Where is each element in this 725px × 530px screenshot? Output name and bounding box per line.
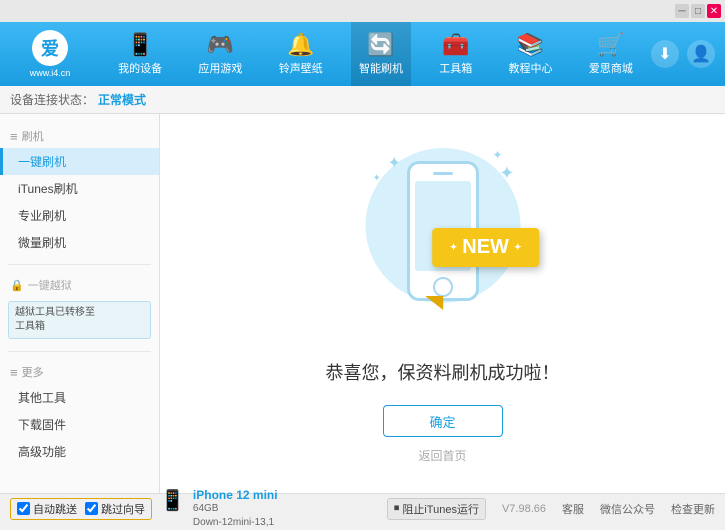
nav-my-device[interactable]: 📱 我的设备 [110,22,170,86]
logo-subtitle: www.i4.cn [30,68,71,78]
sparkle-2: ✦ [492,148,502,162]
new-badge-star-right: ✦ [514,242,522,253]
new-badge-text: NEW [462,236,509,259]
nav-app-games[interactable]: 🎮 应用游戏 [190,22,250,86]
nav-right: ⬇ 👤 [651,40,725,68]
phone-home-btn [433,277,453,297]
my-device-icon: 📱 [126,32,153,58]
nav-smart-flash[interactable]: 🔄 智能刷机 [351,22,411,86]
bottom-bar: 自动跳送 跳过向导 📱 iPhone 12 mini 64GB Down-12m… [0,493,725,523]
sidebar-section-flash: ≡ 刷机 一键刷机 iTunes刷机 专业刷机 微量刷机 [0,120,159,260]
skip-guide-input[interactable] [85,502,98,515]
sidebar-section-more: ≡ 更多 其他工具 下载固件 高级功能 [0,356,159,469]
more-section-icon: ≡ [10,365,18,380]
nav-app-games-label: 应用游戏 [198,60,242,76]
sidebar-section-jailbreak: 🔒 一键越狱 越狱工具已转移至工具箱 [0,269,159,347]
nav-items: 📱 我的设备 🎮 应用游戏 🔔 铃声壁纸 🔄 智能刷机 🧰 工具箱 📚 教程中心… [100,22,651,86]
close-button[interactable]: ✕ [707,4,721,18]
skip-guide-checkbox[interactable]: 跳过向导 [85,501,145,517]
main-content: ≡ 刷机 一键刷机 iTunes刷机 专业刷机 微量刷机 🔒 一键越狱 越狱 [0,114,725,493]
new-badge: ✦ NEW ✦ [432,228,540,267]
nav-mall-label: 爱思商城 [589,60,633,76]
ringtone-icon: 🔔 [287,32,314,58]
checkbox-group: 自动跳送 跳过向导 [10,498,152,520]
stop-itunes-button[interactable]: ⏹ 阻止iTunes运行 [387,498,486,520]
confirm-button[interactable]: 确定 [383,405,503,437]
sidebar-item-other-tools[interactable]: 其他工具 [0,384,159,411]
logo-area: 爱 www.i4.cn [0,22,100,86]
wechat-link[interactable]: 微信公众号 [600,501,655,517]
check-update-link[interactable]: 检查更新 [671,501,715,517]
logo-icon: 爱 [32,30,68,66]
minimize-button[interactable]: ─ [675,4,689,18]
nav-smart-flash-label: 智能刷机 [359,60,403,76]
device-info: 📱 iPhone 12 mini 64GB Down-12mini-13,1 [160,488,278,530]
mall-icon: 🛒 [597,32,624,58]
sidebar-section-flash-title: ≡ 刷机 [0,124,159,148]
stop-icon: ⏹ [394,502,400,515]
nav-tutorial[interactable]: 📚 教程中心 [501,22,561,86]
success-illustration: ✦ ✦ ✦ ✦ ✦ NEW ✦ [353,143,533,343]
nav-tutorial-label: 教程中心 [509,60,553,76]
sparkle-3: ✦ [373,173,381,184]
lock-icon: 🔒 [10,279,24,292]
device-details: iPhone 12 mini 64GB Down-12mini-13,1 [193,488,278,530]
sidebar-jailbreak-disabled: 🔒 一键越狱 [0,273,159,297]
sidebar-item-download-firmware[interactable]: 下载固件 [0,411,159,438]
content-area: ✦ ✦ ✦ ✦ ✦ NEW ✦ 恭喜您，保资料刷机成功啦！ 确定 [160,114,725,493]
back-home-link[interactable]: 返回首页 [418,447,466,464]
maximize-button[interactable]: □ [691,4,705,18]
header: 爱 www.i4.cn 📱 我的设备 🎮 应用游戏 🔔 铃声壁纸 🔄 智能刷机 … [0,22,725,86]
status-value: 正常模式 [98,91,146,108]
tutorial-icon: 📚 [517,32,544,58]
device-name: iPhone 12 mini [193,488,278,502]
nav-mall[interactable]: 🛒 爱思商城 [581,22,641,86]
nav-toolbox-label: 工具箱 [439,60,472,76]
sparkle-4: ✦ [499,163,514,184]
version-text: V7.98.66 [502,503,546,515]
auto-jump-input[interactable] [17,502,30,515]
divider-2 [8,351,151,352]
sidebar-section-more-title: ≡ 更多 [0,360,159,384]
nav-ringtone[interactable]: 🔔 铃声壁纸 [271,22,331,86]
toolbox-icon: 🧰 [442,32,469,58]
smart-flash-icon: 🔄 [367,32,394,58]
customer-service-link[interactable]: 客服 [562,501,584,517]
badge-ribbon-left [425,296,443,310]
bottom-left: 自动跳送 跳过向导 📱 iPhone 12 mini 64GB Down-12m… [10,488,387,530]
device-icon: 📱 [160,488,185,513]
status-label: 设备连接状态： [10,91,94,108]
bottom-right: ⏹ 阻止iTunes运行 V7.98.66 客服 微信公众号 检查更新 [387,498,715,520]
sidebar-item-pro-flash[interactable]: 专业刷机 [0,202,159,229]
title-bar: ─ □ ✕ [0,0,725,22]
nav-my-device-label: 我的设备 [118,60,162,76]
download-button[interactable]: ⬇ [651,40,679,68]
device-storage: 64GB [193,502,278,516]
sidebar-item-advanced[interactable]: 高级功能 [0,438,159,465]
nav-ringtone-label: 铃声壁纸 [279,60,323,76]
nav-toolbox[interactable]: 🧰 工具箱 [431,22,480,86]
flash-section-icon: ≡ [10,129,18,144]
sparkle-1: ✦ [388,153,401,173]
user-button[interactable]: 👤 [687,40,715,68]
new-badge-star-left: ✦ [450,242,458,253]
sidebar-item-itunes-flash[interactable]: iTunes刷机 [0,175,159,202]
success-text: 恭喜您，保资料刷机成功啦！ [326,359,560,385]
divider-1 [8,264,151,265]
sidebar-item-save-flash[interactable]: 微量刷机 [0,229,159,256]
sidebar: ≡ 刷机 一键刷机 iTunes刷机 专业刷机 微量刷机 🔒 一键越狱 越狱 [0,114,160,493]
status-bar: 设备连接状态： 正常模式 [0,86,725,114]
auto-jump-checkbox[interactable]: 自动跳送 [17,501,77,517]
phone-speaker [433,172,453,175]
app-games-icon: 🎮 [207,32,234,58]
sidebar-jailbreak-note: 越狱工具已转移至工具箱 [8,301,151,339]
sidebar-item-one-key-flash[interactable]: 一键刷机 [0,148,159,175]
